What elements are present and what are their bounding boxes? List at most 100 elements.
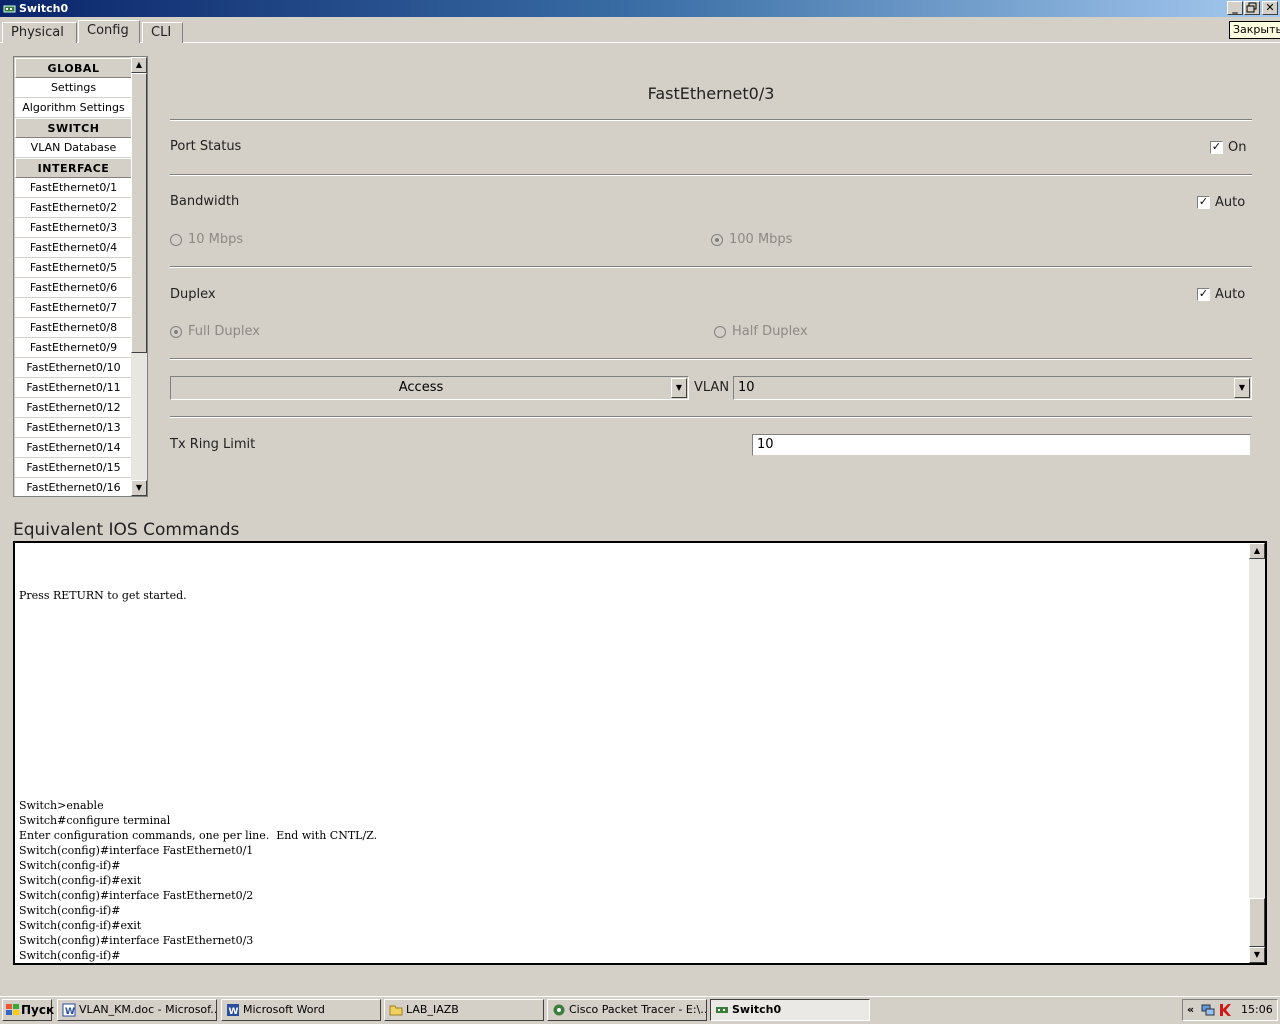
port-mode-value: Access (398, 380, 444, 395)
taskbar-item-switch0[interactable]: Switch0 (710, 999, 870, 1021)
nav-item-interface[interactable]: FastEthernet0/7 (15, 298, 132, 318)
separator (170, 358, 1252, 360)
port-mode-select[interactable]: Access ▼ (170, 376, 689, 400)
nav-item-interface[interactable]: FastEthernet0/9 (15, 338, 132, 358)
duplex-label: Duplex (170, 287, 216, 302)
arrow-down-icon: ▼ (135, 483, 143, 492)
ios-console-text: Press RETURN to get started. Switch>enab… (19, 589, 378, 962)
bandwidth-10-radio[interactable] (170, 234, 182, 246)
nav-header-interface: INTERFACE (15, 158, 132, 178)
separator (170, 416, 1252, 418)
bandwidth-100-radio[interactable] (711, 234, 723, 246)
nav-header-global: GLOBAL (15, 58, 132, 78)
checkmark-icon: ✓ (1198, 195, 1209, 208)
start-label: Пуск (21, 1003, 55, 1017)
bandwidth-auto-label: Auto (1215, 195, 1246, 210)
chevron-down-icon: ▼ (675, 383, 683, 392)
tray-expand-button[interactable]: « (1187, 1000, 1194, 1020)
bandwidth-auto-checkbox[interactable]: ✓ (1197, 196, 1210, 209)
restore-icon (1246, 2, 1257, 13)
nav-item-interface[interactable]: FastEthernet0/13 (15, 418, 132, 438)
console-scroll-down-button[interactable]: ▼ (1249, 947, 1265, 963)
nav-scroll-down-button[interactable]: ▼ (131, 480, 147, 496)
bandwidth-label: Bandwidth (170, 194, 240, 209)
tx-ring-limit-label: Tx Ring Limit (170, 437, 256, 452)
port-status-on-label: On (1228, 140, 1247, 155)
taskbar-item-label: Switch0 (732, 1003, 782, 1016)
antivirus-icon[interactable] (1218, 1003, 1232, 1017)
vlan-select[interactable]: 10 ▼ (733, 376, 1252, 400)
taskbar-item-packet-tracer[interactable]: Cisco Packet Tracer - E:\... (547, 999, 707, 1021)
restore-button[interactable] (1244, 1, 1260, 15)
minimize-button[interactable]: _ (1227, 1, 1243, 15)
vlan-dropdown-button[interactable]: ▼ (1234, 378, 1250, 398)
ios-console[interactable]: Press RETURN to get started. Switch>enab… (13, 541, 1267, 965)
network-icon[interactable] (1201, 1003, 1215, 1017)
port-status-label: Port Status (170, 139, 242, 154)
console-scroll-up-button[interactable]: ▲ (1249, 543, 1265, 559)
minimize-icon: _ (1232, 1, 1238, 14)
nav-scrollbar[interactable]: ▲ ▼ (131, 57, 147, 496)
full-duplex-label: Full Duplex (188, 324, 260, 339)
nav-scroll-up-button[interactable]: ▲ (131, 57, 147, 73)
duplex-auto-checkbox[interactable]: ✓ (1197, 288, 1210, 301)
nav-item-settings[interactable]: Settings (15, 78, 132, 98)
nav-scroll-thumb[interactable] (131, 73, 147, 353)
nav-header-switch: SWITCH (15, 118, 132, 138)
nav-item-algorithm-settings[interactable]: Algorithm Settings (15, 98, 132, 118)
window-title: Switch0 (19, 2, 69, 15)
nav-item-interface[interactable]: FastEthernet0/4 (15, 238, 132, 258)
nav-item-interface[interactable]: FastEthernet0/6 (15, 278, 132, 298)
system-tray: « 15:06 (1182, 999, 1278, 1021)
nav-item-interface[interactable]: FastEthernet0/3 (15, 218, 132, 238)
checkmark-icon: ✓ (1198, 287, 1209, 300)
arrow-up-icon: ▲ (1253, 546, 1261, 555)
nav-item-interface[interactable]: FastEthernet0/16 (15, 478, 132, 496)
bandwidth-100-label: 100 Mbps (729, 232, 793, 247)
port-status-checkbox[interactable]: ✓ (1210, 141, 1223, 154)
nav-item-interface[interactable]: FastEthernet0/14 (15, 438, 132, 458)
taskbar-item-label: Microsoft Word (243, 1003, 325, 1016)
tab-config[interactable]: Config (78, 20, 140, 43)
folder-icon (389, 1005, 403, 1016)
separator (170, 119, 1252, 121)
nav-item-interface[interactable]: FastEthernet0/2 (15, 198, 132, 218)
vlan-value: 10 (738, 380, 755, 395)
nav-item-interface[interactable]: FastEthernet0/8 (15, 318, 132, 338)
port-title: FastEthernet0/3 (647, 84, 775, 103)
half-duplex-radio[interactable] (714, 326, 726, 338)
console-scrollbar[interactable]: ▲ ▼ (1249, 543, 1265, 963)
nav-item-vlan-database[interactable]: VLAN Database (15, 138, 132, 158)
taskbar-item-lab-iazb[interactable]: LAB_IAZB (384, 999, 544, 1021)
checkmark-icon: ✓ (1211, 140, 1222, 153)
start-button[interactable]: Пуск (2, 999, 55, 1021)
nav-item-interface[interactable]: FastEthernet0/11 (15, 378, 132, 398)
nav-item-interface[interactable]: FastEthernet0/1 (15, 178, 132, 198)
svg-text:W: W (65, 1007, 75, 1017)
full-duplex-radio[interactable] (170, 326, 182, 338)
ios-commands-title: Equivalent IOS Commands (13, 520, 240, 540)
tab-cli[interactable]: CLI (142, 22, 183, 43)
taskbar-item-vlan-doc[interactable]: W VLAN_KM.doc - Microsof... (57, 999, 217, 1021)
nav-item-interface[interactable]: FastEthernet0/5 (15, 258, 132, 278)
packet-tracer-icon (553, 1004, 565, 1016)
half-duplex-label: Half Duplex (732, 324, 808, 339)
taskbar-item-microsoft-word[interactable]: W Microsoft Word (221, 999, 381, 1021)
separator (170, 266, 1252, 268)
close-tooltip: Закрыть (1229, 21, 1280, 39)
console-scroll-thumb[interactable] (1249, 898, 1265, 947)
port-mode-dropdown-button[interactable]: ▼ (671, 378, 687, 398)
duplex-auto-label: Auto (1215, 287, 1246, 302)
taskbar-item-label: LAB_IAZB (406, 1003, 459, 1016)
nav-item-interface[interactable]: FastEthernet0/15 (15, 458, 132, 478)
tx-ring-limit-input[interactable]: 10 (752, 434, 1251, 456)
close-button[interactable]: ✕ (1262, 1, 1278, 15)
tab-strip-line (0, 42, 1280, 43)
tab-physical[interactable]: Physical (2, 22, 77, 43)
windows-logo-icon (6, 1004, 19, 1015)
switch-device-icon (716, 1007, 728, 1013)
vlan-label: VLAN (694, 380, 730, 395)
nav-item-interface[interactable]: FastEthernet0/10 (15, 358, 132, 378)
arrow-up-icon: ▲ (135, 60, 143, 69)
nav-item-interface[interactable]: FastEthernet0/12 (15, 398, 132, 418)
